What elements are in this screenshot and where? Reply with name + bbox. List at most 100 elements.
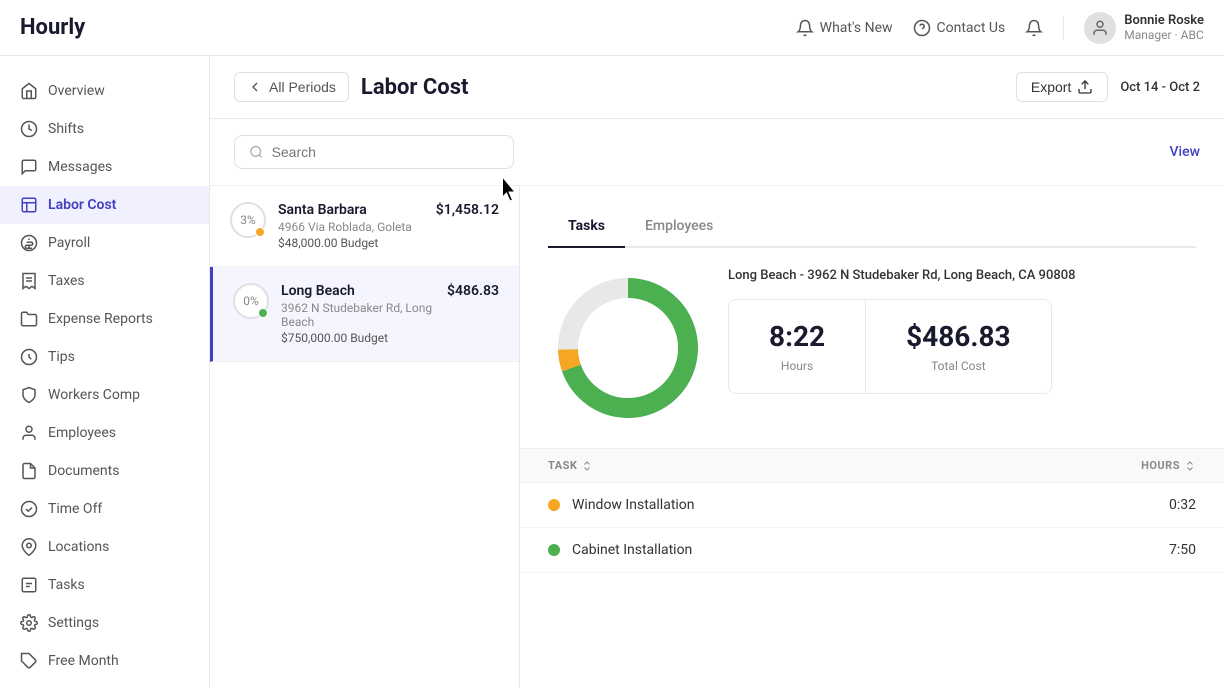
location-name-long-beach: Long Beach	[281, 283, 435, 299]
location-icon	[20, 538, 38, 556]
sidebar-item-time-off[interactable]: Time Off	[0, 490, 209, 528]
topbar: Hourly What's New Contact Us	[0, 0, 1224, 56]
user-menu[interactable]: Bonnie Roske Manager · ABC	[1084, 12, 1204, 44]
user-icon	[1091, 19, 1109, 37]
total-cost-label: Total Cost	[906, 359, 1011, 373]
hours-value: 8:22	[769, 320, 825, 353]
sidebar-label-tasks: Tasks	[48, 577, 85, 593]
hours-stat: 8:22 Hours	[729, 300, 866, 393]
sidebar-label-labor-cost: Labor Cost	[48, 197, 116, 213]
location-item-long-beach[interactable]: 0% Long Beach 3962 N Studebaker Rd, Long…	[210, 267, 519, 362]
notifications-button[interactable]	[1025, 19, 1043, 37]
location-badge-santa-barbara: 3%	[230, 202, 266, 238]
tips-icon	[20, 348, 38, 366]
sidebar-item-locations[interactable]: Locations	[0, 528, 209, 566]
sidebar-label-payroll: Payroll	[48, 235, 90, 251]
sidebar-item-employees[interactable]: Employees	[0, 414, 209, 452]
sidebar-label-employees: Employees	[48, 425, 116, 441]
search-input[interactable]	[272, 144, 499, 160]
tag-icon	[20, 652, 38, 670]
sidebar-item-overview[interactable]: Overview	[0, 72, 209, 110]
gear-icon	[20, 614, 38, 632]
contact-us-button[interactable]: Contact Us	[913, 19, 1006, 37]
location-budget-santa-barbara: $48,000.00 Budget	[278, 236, 424, 250]
chat-icon	[20, 158, 38, 176]
export-icon	[1077, 79, 1093, 95]
page-title: Labor Cost	[361, 75, 469, 100]
task-row-cabinet-installation[interactable]: Cabinet Installation 7:50	[520, 528, 1224, 573]
detail-panel: Tasks Employees	[520, 186, 1224, 688]
back-button[interactable]: All Periods	[234, 72, 349, 102]
detail-header: Tasks Employees	[520, 186, 1224, 248]
content-area: 3% Santa Barbara 4966 Via Roblada, Golet…	[210, 186, 1224, 688]
task-dot-cabinet	[548, 544, 560, 556]
search-icon	[249, 144, 264, 160]
folder-icon	[20, 310, 38, 328]
task-hours-cabinet: 7:50	[1056, 542, 1196, 558]
sidebar-item-expense-reports[interactable]: Expense Reports	[0, 300, 209, 338]
sidebar-label-messages: Messages	[48, 159, 112, 175]
tab-employees[interactable]: Employees	[625, 206, 733, 248]
location-name-santa-barbara: Santa Barbara	[278, 202, 424, 218]
back-label: All Periods	[269, 79, 336, 95]
document-icon	[20, 462, 38, 480]
sidebar-item-free-month[interactable]: Free Month	[0, 642, 209, 680]
donut-svg	[548, 268, 708, 428]
task-name-window: Window Installation	[572, 497, 1056, 513]
sidebar-item-labor-cost[interactable]: Labor Cost	[0, 186, 209, 224]
sidebar-item-documents[interactable]: Documents	[0, 452, 209, 490]
sidebar-item-workers-comp[interactable]: Workers Comp	[0, 376, 209, 414]
sidebar-label-workers-comp: Workers Comp	[48, 387, 140, 403]
task-dot-window	[548, 499, 560, 511]
location-item-santa-barbara[interactable]: 3% Santa Barbara 4966 Via Roblada, Golet…	[210, 186, 519, 267]
sidebar: Overview Shifts Messages Labor Cost Payr…	[0, 56, 210, 688]
location-address-santa-barbara: 4966 Via Roblada, Goleta	[278, 220, 424, 234]
task-name-cabinet: Cabinet Installation	[572, 542, 1056, 558]
whats-new-button[interactable]: What's New	[796, 19, 893, 37]
clock-icon	[20, 120, 38, 138]
sidebar-item-settings[interactable]: Settings	[0, 604, 209, 642]
detail-tabs: Tasks Employees	[548, 206, 1196, 248]
avatar	[1084, 12, 1116, 44]
location-cost-long-beach: $486.83	[447, 283, 499, 299]
sidebar-label-documents: Documents	[48, 463, 119, 479]
sidebar-label-tips: Tips	[48, 349, 75, 365]
shield-icon	[20, 386, 38, 404]
location-address-long-beach: 3962 N Studebaker Rd, Long Beach	[281, 301, 435, 329]
back-arrow-icon	[247, 79, 263, 95]
sort-hours-icon[interactable]	[1184, 460, 1196, 472]
chart-icon	[20, 196, 38, 214]
sidebar-item-tasks[interactable]: Tasks	[0, 566, 209, 604]
tasks-table-header: TASK HOURS	[520, 448, 1224, 483]
task-row-window-installation[interactable]: Window Installation 0:32	[520, 483, 1224, 528]
export-button[interactable]: Export	[1016, 72, 1108, 102]
search-input-wrap[interactable]	[234, 135, 514, 169]
tab-tasks[interactable]: Tasks	[548, 206, 625, 248]
location-status-dot-orange	[255, 227, 265, 237]
col-task-header: TASK	[548, 459, 1056, 472]
task-hours-window: 0:32	[1056, 497, 1196, 513]
tasks-table: TASK HOURS Window Installation 0:32	[520, 448, 1224, 573]
sidebar-item-shifts[interactable]: Shifts	[0, 110, 209, 148]
location-detail-name: Long Beach - 3962 N Studebaker Rd, Long …	[728, 268, 1196, 283]
tasks-icon	[20, 576, 38, 594]
sidebar-label-expense-reports: Expense Reports	[48, 311, 153, 327]
sidebar-item-tips[interactable]: Tips	[0, 338, 209, 376]
sidebar-item-messages[interactable]: Messages	[0, 148, 209, 186]
location-budget-long-beach: $750,000.00 Budget	[281, 331, 435, 345]
user-role: Manager · ABC	[1124, 28, 1204, 42]
sidebar-label-time-off: Time Off	[48, 501, 102, 517]
sort-task-icon[interactable]	[581, 460, 593, 472]
receipt-icon	[20, 272, 38, 290]
search-bar-row: View	[210, 119, 1224, 186]
sidebar-item-payroll[interactable]: Payroll	[0, 224, 209, 262]
sidebar-item-taxes[interactable]: Taxes	[0, 262, 209, 300]
sidebar-label-overview: Overview	[48, 83, 105, 99]
home-icon	[20, 82, 38, 100]
notification-icon	[1025, 19, 1043, 37]
location-list: 3% Santa Barbara 4966 Via Roblada, Golet…	[210, 186, 520, 688]
sidebar-label-free-month: Free Month	[48, 653, 119, 669]
sidebar-label-taxes: Taxes	[48, 273, 85, 289]
view-button[interactable]: View	[1170, 144, 1201, 160]
user-name: Bonnie Roske	[1124, 13, 1204, 28]
